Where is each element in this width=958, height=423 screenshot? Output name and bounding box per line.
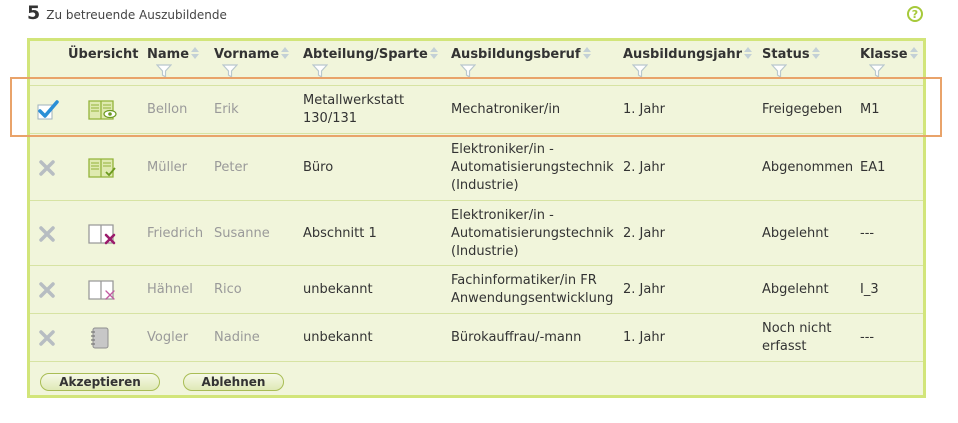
filter-icon[interactable]: [460, 64, 476, 78]
cell-jahr: 2. Jahr: [623, 159, 665, 175]
cell-status: Noch nicht erfasst: [762, 320, 832, 354]
cell-status: Abgelehnt: [762, 225, 829, 241]
sort-icon: [811, 47, 820, 60]
book-check-icon: [88, 157, 116, 178]
sort-icon: [429, 47, 438, 60]
overview-button[interactable]: [87, 134, 119, 201]
cell-klasse: ---: [860, 329, 875, 345]
cell-abteilung: Büro: [303, 159, 334, 175]
cell-abteilung: Abschnitt 1: [303, 225, 377, 241]
filter-icon[interactable]: [632, 64, 648, 78]
cell-beruf: Fachinformatiker/in FR Anwendungsentwickl…: [451, 273, 614, 306]
column-header-jahr[interactable]: Ausbildungsjahr: [623, 47, 753, 62]
cross-icon: [39, 225, 55, 242]
sort-icon: [909, 47, 918, 60]
notebook-icon: [91, 327, 109, 348]
cell-jahr: 1. Jahr: [623, 329, 665, 345]
trainee-count: 5: [27, 2, 41, 24]
row-checkbox[interactable]: [36, 134, 60, 201]
cell-klasse: I_3: [860, 282, 879, 297]
book-rejected-icon: [88, 223, 116, 244]
book-rejected-outline-icon: [88, 280, 115, 300]
cell-klasse: ---: [860, 225, 875, 241]
section-title: Zu betreuende Auszubildende: [46, 8, 227, 22]
cell-status: Abgenommen: [762, 159, 854, 175]
column-header-name[interactable]: Name: [147, 47, 200, 62]
row-checkbox[interactable]: [36, 266, 60, 314]
overview-button[interactable]: [87, 201, 119, 266]
filter-icon[interactable]: [869, 64, 885, 78]
row-checkbox[interactable]: [36, 201, 60, 266]
accept-button[interactable]: Akzeptieren: [40, 373, 160, 391]
filter-icon[interactable]: [156, 64, 172, 78]
column-header-klasse[interactable]: Klasse: [860, 47, 918, 62]
cell-status: Abgelehnt: [762, 282, 829, 297]
sort-icon: [281, 47, 290, 60]
help-icon[interactable]: ?: [907, 6, 923, 22]
cell-name: Müller: [147, 159, 188, 175]
sort-icon: [744, 47, 753, 60]
column-header-status[interactable]: Status: [762, 47, 820, 62]
selected-row-highlight: [10, 77, 942, 137]
reject-button[interactable]: Ablehnen: [183, 373, 284, 391]
filter-icon[interactable]: [312, 64, 328, 78]
cross-icon: [39, 282, 55, 298]
overview-button[interactable]: [87, 266, 119, 314]
cell-beruf: Bürokauffrau/-mann: [451, 329, 582, 345]
row-checkbox[interactable]: [36, 314, 60, 361]
cell-name: Hähnel: [147, 282, 193, 297]
cell-klasse: EA1: [860, 159, 886, 175]
cross-icon: [39, 329, 55, 346]
section-header: 5 Zu betreuende Auszubildende: [27, 2, 227, 28]
cell-vorname: Nadine: [214, 329, 260, 345]
cell-vorname: Rico: [214, 282, 242, 297]
table-row[interactable]: Vogler Nadine unbekannt Bürokauffrau/-ma…: [30, 313, 923, 362]
cell-abteilung: unbekannt: [303, 282, 373, 297]
cell-name: Vogler: [147, 329, 189, 345]
column-header-vorname[interactable]: Vorname: [214, 47, 290, 62]
sort-icon: [191, 47, 200, 60]
column-header-overview: Übersicht: [68, 47, 139, 62]
table-row[interactable]: Friedrich Susanne Abschnitt 1 Elektronik…: [30, 200, 923, 266]
overview-button[interactable]: [87, 314, 119, 361]
table-row[interactable]: Müller Peter Büro Elektroniker/in - Autom…: [30, 133, 923, 201]
cell-beruf: Elektroniker/in - Automatisierungstechnik…: [451, 141, 614, 193]
column-header-abteilung[interactable]: Abteilung/Sparte: [303, 47, 438, 62]
cell-vorname: Peter: [214, 159, 248, 175]
filter-icon[interactable]: [222, 64, 238, 78]
cell-abteilung: unbekannt: [303, 329, 373, 345]
cell-jahr: 2. Jahr: [623, 225, 665, 241]
cell-name: Friedrich: [147, 225, 204, 241]
filter-icon[interactable]: [771, 64, 787, 78]
cell-vorname: Susanne: [214, 225, 270, 241]
table-row[interactable]: Hähnel Rico unbekannt Fachinformatiker/i…: [30, 265, 923, 314]
column-header-beruf[interactable]: Ausbildungsberuf: [451, 47, 591, 62]
sort-icon: [582, 47, 591, 60]
cell-beruf: Elektroniker/in - Automatisierungstechnik…: [451, 207, 614, 259]
cross-icon: [39, 159, 55, 176]
cell-jahr: 2. Jahr: [623, 282, 665, 297]
